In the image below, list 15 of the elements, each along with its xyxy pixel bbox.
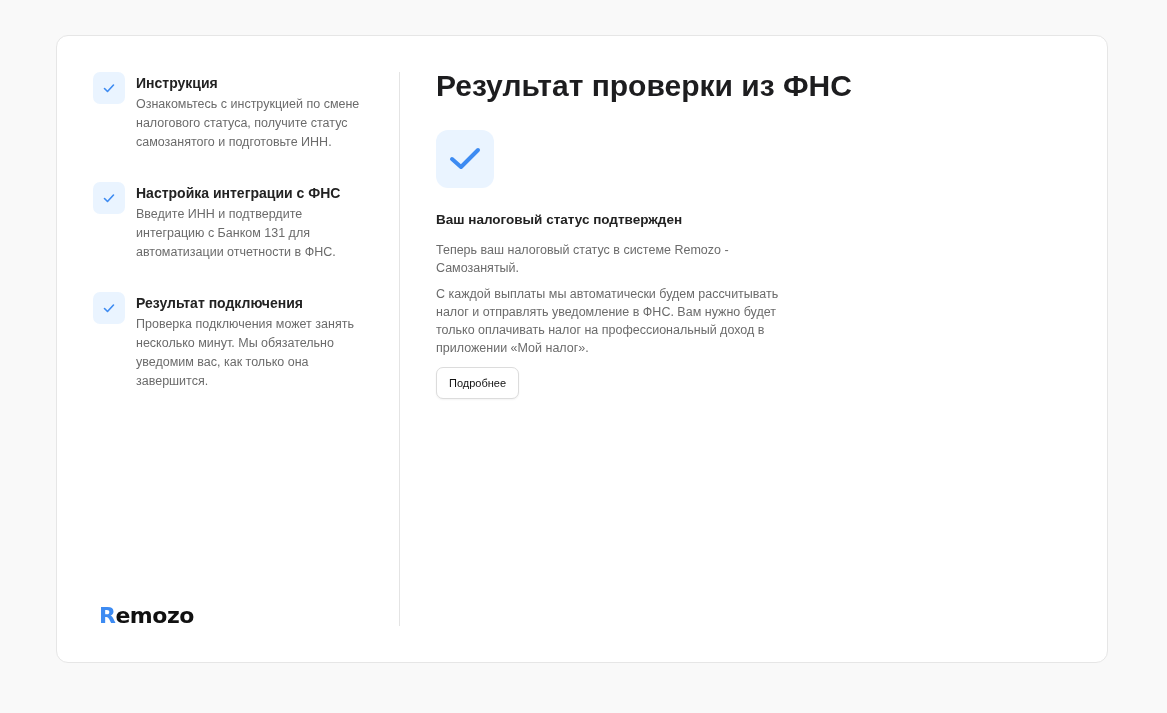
step-title: Настройка интеграции с ФНС <box>136 185 342 201</box>
check-icon <box>102 301 116 315</box>
check-icon <box>102 191 116 205</box>
status-paragraph: С каждой выплаты мы автоматически будем рассчитывать налог и отправлять уведомление в ФНС. Вам нужно будет только оплачивать налог на профессиональный доход в приложении «Мой налог». <box>436 286 780 357</box>
step-description: Проверка подключения может занять несколько минут. Мы обязательно уведомим вас, как только она завершится. <box>136 316 355 390</box>
step-description: Введите ИНН и подтвердите интеграцию с Банком 131 для автоматизации отчетности в ФНС. <box>136 206 337 261</box>
page-title: Результат проверки из ФНС <box>436 68 852 104</box>
status-heading: Ваш налоговый статус подтвержден <box>436 212 683 227</box>
logo: Remozo <box>99 603 194 628</box>
details-button[interactable]: Подробнее <box>436 367 520 399</box>
check-icon <box>102 81 116 95</box>
step-title: Инструкция <box>136 75 219 91</box>
step-description: Ознакомьтесь с инструкцией по смене налогового статуса, получите статус самозанятого и подготовьте ИНН. <box>136 96 361 151</box>
status-paragraph: Теперь ваш налоговый статус в системе Remozo - Самозанятый. <box>436 242 730 277</box>
step-title: Результат подключения <box>136 295 304 311</box>
